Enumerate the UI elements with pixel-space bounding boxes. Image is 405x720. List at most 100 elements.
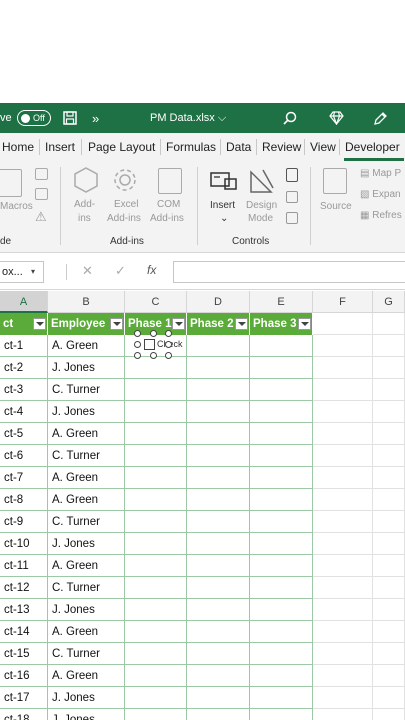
resize-handle[interactable] bbox=[165, 341, 172, 348]
cell[interactable] bbox=[125, 511, 187, 533]
cell[interactable] bbox=[125, 489, 187, 511]
resize-handle[interactable] bbox=[165, 352, 172, 359]
gear-icon[interactable] bbox=[111, 166, 139, 197]
cell[interactable] bbox=[187, 511, 250, 533]
cell-employee[interactable]: J. Jones bbox=[48, 533, 125, 555]
cell-project[interactable]: ct-6 bbox=[0, 445, 48, 467]
chevron-down-icon[interactable]: ▾ bbox=[31, 262, 35, 282]
cell[interactable] bbox=[373, 643, 405, 665]
cell[interactable] bbox=[250, 665, 313, 687]
cell[interactable] bbox=[313, 489, 373, 511]
cell[interactable] bbox=[373, 709, 405, 720]
cell-employee[interactable]: A. Green bbox=[48, 423, 125, 445]
tab-view[interactable]: View bbox=[310, 133, 336, 161]
expansion-packs-button[interactable]: ▧ Expan bbox=[360, 189, 401, 200]
cell[interactable] bbox=[250, 335, 313, 357]
cell-project[interactable]: ct-2 bbox=[0, 357, 48, 379]
column-header-b[interactable]: B bbox=[48, 291, 125, 313]
properties-icon[interactable] bbox=[286, 168, 298, 182]
cell[interactable] bbox=[187, 555, 250, 577]
cell[interactable] bbox=[313, 379, 373, 401]
cell[interactable] bbox=[313, 335, 373, 357]
insert-control-label[interactable]: Insert bbox=[210, 200, 235, 211]
cell-employee[interactable]: A. Green bbox=[48, 467, 125, 489]
cell-project[interactable]: ct-1 bbox=[0, 335, 48, 357]
cell-employee[interactable]: A. Green bbox=[48, 489, 125, 511]
filter-dropdown-icon[interactable] bbox=[298, 318, 311, 330]
search-icon[interactable] bbox=[283, 103, 297, 133]
cell[interactable] bbox=[187, 621, 250, 643]
checkbox-control[interactable]: Check bbox=[134, 330, 183, 359]
name-box[interactable]: ox... ▾ bbox=[0, 261, 44, 283]
cell-employee[interactable]: C. Turner bbox=[48, 577, 125, 599]
save-icon[interactable] bbox=[63, 103, 77, 133]
cell-project[interactable]: ct-5 bbox=[0, 423, 48, 445]
cell-employee[interactable]: A. Green bbox=[48, 335, 125, 357]
column-header-g[interactable]: G bbox=[373, 291, 405, 313]
cell[interactable] bbox=[125, 533, 187, 555]
cell-project[interactable]: ct-9 bbox=[0, 511, 48, 533]
header-cell-employee[interactable]: Employee bbox=[48, 313, 125, 335]
run-dialog-icon[interactable] bbox=[286, 212, 298, 224]
cell[interactable] bbox=[313, 313, 373, 335]
com-addins-label-2[interactable]: Add-ins bbox=[150, 213, 184, 224]
tab-data[interactable]: Data bbox=[226, 133, 251, 161]
addins-label-2[interactable]: ins bbox=[78, 213, 91, 224]
design-mode-label-1[interactable]: Design bbox=[246, 200, 277, 211]
filter-dropdown-icon[interactable] bbox=[110, 318, 123, 330]
cell-project[interactable]: ct-10 bbox=[0, 533, 48, 555]
view-code-icon[interactable] bbox=[286, 191, 298, 203]
cell[interactable] bbox=[250, 511, 313, 533]
cell-project[interactable]: ct-8 bbox=[0, 489, 48, 511]
cell-employee[interactable]: A. Green bbox=[48, 555, 125, 577]
column-header-e[interactable]: E bbox=[250, 291, 313, 313]
cell[interactable] bbox=[313, 357, 373, 379]
insert-function-icon[interactable]: fx bbox=[147, 263, 156, 277]
com-addins-label-1[interactable]: COM bbox=[157, 199, 180, 210]
cell[interactable] bbox=[313, 423, 373, 445]
cell[interactable] bbox=[250, 357, 313, 379]
macros-button-label[interactable]: Macros bbox=[0, 201, 33, 212]
cell[interactable] bbox=[187, 423, 250, 445]
cell[interactable] bbox=[125, 423, 187, 445]
resize-handle[interactable] bbox=[134, 341, 141, 348]
cell[interactable] bbox=[313, 533, 373, 555]
cell[interactable] bbox=[373, 467, 405, 489]
cell[interactable] bbox=[125, 577, 187, 599]
cell[interactable] bbox=[373, 687, 405, 709]
cell[interactable] bbox=[373, 665, 405, 687]
cell[interactable] bbox=[373, 555, 405, 577]
formula-input[interactable] bbox=[173, 261, 405, 283]
insert-control-caret[interactable]: ⌄ bbox=[220, 213, 228, 224]
cell-project[interactable]: ct-18 bbox=[0, 709, 48, 720]
cell[interactable] bbox=[187, 489, 250, 511]
cell-project[interactable]: ct-16 bbox=[0, 665, 48, 687]
cell[interactable] bbox=[125, 643, 187, 665]
cell[interactable] bbox=[250, 709, 313, 720]
tab-developer[interactable]: Developer bbox=[345, 133, 400, 161]
cell[interactable] bbox=[187, 709, 250, 720]
cell-employee[interactable]: J. Jones bbox=[48, 401, 125, 423]
cell-project[interactable]: ct-14 bbox=[0, 621, 48, 643]
insert-control-icon[interactable] bbox=[210, 168, 238, 197]
cell[interactable] bbox=[250, 379, 313, 401]
autosave-toggle[interactable]: Off bbox=[17, 110, 51, 126]
cell[interactable] bbox=[313, 577, 373, 599]
filter-dropdown-icon[interactable] bbox=[33, 318, 46, 330]
cell-employee[interactable]: A. Green bbox=[48, 621, 125, 643]
cell[interactable] bbox=[250, 577, 313, 599]
tab-page-layout[interactable]: Page Layout bbox=[88, 133, 155, 161]
cell[interactable] bbox=[125, 665, 187, 687]
cell-project[interactable]: ct-15 bbox=[0, 643, 48, 665]
grid-icon[interactable] bbox=[35, 188, 48, 200]
design-mode-label-2[interactable]: Mode bbox=[248, 213, 273, 224]
cell[interactable] bbox=[313, 643, 373, 665]
cell[interactable] bbox=[373, 357, 405, 379]
cell-project[interactable]: ct-3 bbox=[0, 379, 48, 401]
header-cell-phase-3[interactable]: Phase 3 bbox=[250, 313, 313, 335]
cell[interactable] bbox=[125, 379, 187, 401]
design-mode-icon[interactable] bbox=[249, 168, 275, 197]
macros-icon[interactable] bbox=[0, 169, 22, 197]
cell[interactable] bbox=[373, 621, 405, 643]
cell[interactable] bbox=[187, 445, 250, 467]
